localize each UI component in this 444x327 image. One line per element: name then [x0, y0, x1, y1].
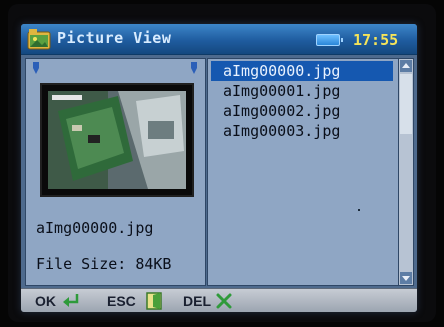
clock: 17:55: [353, 31, 399, 49]
preview-filename: aImg00000.jpg: [36, 219, 154, 237]
exit-door-icon: [146, 292, 162, 310]
scrollbar[interactable]: [398, 58, 414, 286]
file-size-label: File Size: 84KB: [36, 255, 172, 273]
stray-pixel: [358, 209, 360, 211]
del-key-label: DEL: [183, 293, 211, 309]
scroll-up-icon[interactable]: [400, 60, 412, 72]
enter-icon: [63, 294, 79, 307]
marker-icon: [33, 62, 39, 74]
file-item[interactable]: aImg00001.jpg: [211, 81, 393, 101]
file-list[interactable]: aImg00000.jpg aImg00001.jpg aImg00002.jp…: [207, 58, 399, 286]
file-item[interactable]: aImg00000.jpg: [211, 61, 393, 81]
esc-key-label: ESC: [107, 293, 136, 309]
key-hint-bar: OK ESC DEL: [21, 288, 417, 312]
picture-folder-icon: [27, 29, 51, 50]
delete-x-icon: [216, 293, 232, 309]
app-title: Picture View: [57, 29, 172, 47]
marker-icon: [191, 62, 197, 74]
ok-key-label: OK: [35, 293, 56, 309]
scroll-down-icon[interactable]: [400, 272, 412, 284]
preview-panel: aImg00000.jpg File Size: 84KB: [25, 58, 206, 286]
file-item[interactable]: aImg00003.jpg: [211, 121, 393, 141]
battery-icon: [316, 34, 343, 46]
title-bar: Picture View 17:55: [21, 24, 417, 55]
device-screen: Picture View 17:55 aImg00000.jpg File Si…: [21, 24, 417, 312]
thumbnail-frame: [40, 83, 194, 197]
file-item[interactable]: aImg00002.jpg: [211, 101, 393, 121]
scroll-thumb[interactable]: [400, 74, 412, 134]
thumbnail-image: [48, 91, 186, 189]
